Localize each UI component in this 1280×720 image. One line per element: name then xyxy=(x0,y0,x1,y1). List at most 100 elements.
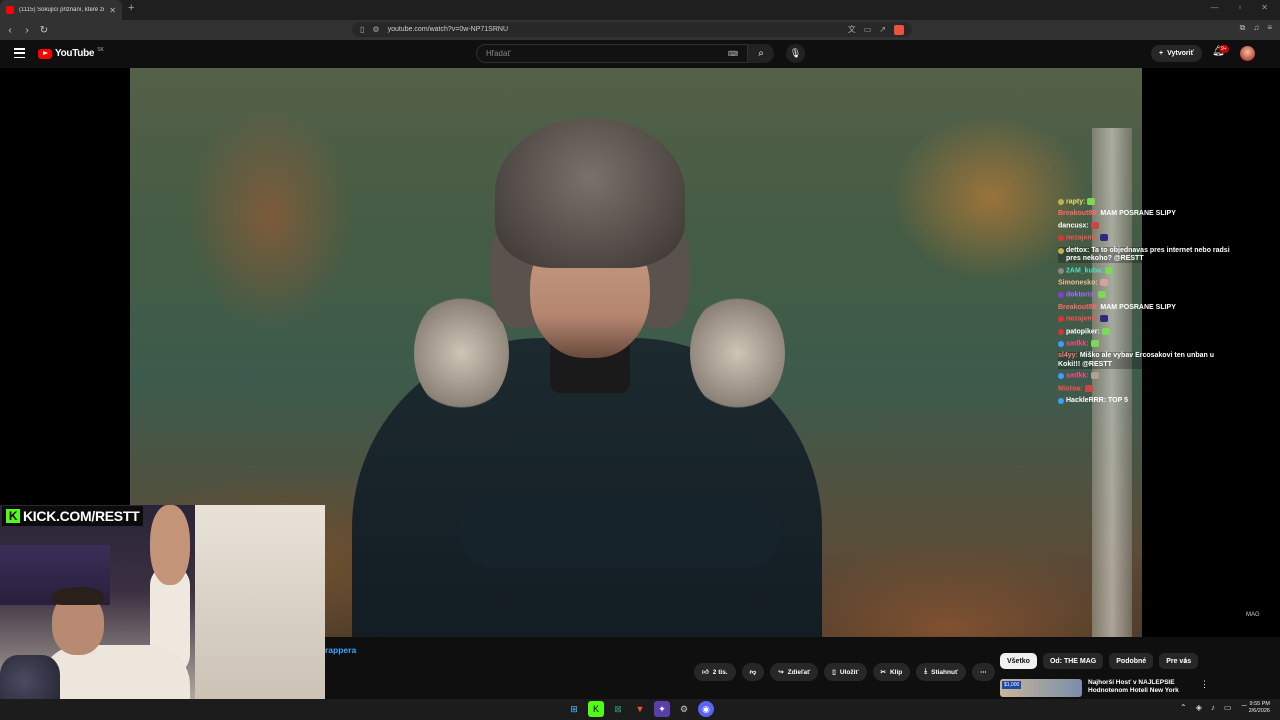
chip-related[interactable]: Podobné xyxy=(1109,653,1154,669)
share-button[interactable]: ↪ Zdieľať xyxy=(770,663,819,681)
save-button[interactable]: ▯ Uložiť xyxy=(824,663,867,681)
chat-badge-icon xyxy=(1058,267,1064,274)
discord-icon[interactable]: ◉ xyxy=(698,701,714,717)
address-bar[interactable]: ▯ ⚙ youtube.com/watch?v=0w-NP71SRNU 文 ▭ … xyxy=(352,22,912,37)
windows-start-icon[interactable]: ⊞ xyxy=(566,701,582,717)
chat-badge-icon xyxy=(1058,373,1064,380)
reload-icon[interactable]: ↻ xyxy=(37,25,51,36)
maximize-icon[interactable]: ▫ xyxy=(1238,3,1241,12)
search-icon: ⌕ xyxy=(758,48,764,59)
brave-shield-icon[interactable] xyxy=(894,24,904,35)
browser-tabstrip: (1115) Šokující přiznání, které zn ✕ + —… xyxy=(0,0,1280,20)
download-button[interactable]: ⤓ Stiahnuť xyxy=(916,663,967,681)
tray-app-icon[interactable]: ◈ xyxy=(1196,703,1202,713)
youtube-play-icon xyxy=(38,48,52,59)
account-avatar[interactable] xyxy=(1240,46,1255,61)
chat-username: nezajemi: xyxy=(1066,315,1098,323)
chat-username: smfkk: xyxy=(1066,340,1089,348)
tray-chevron-icon[interactable]: ⌃ xyxy=(1180,703,1187,713)
chat-message: 2AM_kuba: xyxy=(1058,266,1234,276)
cast-icon[interactable]: ▭ xyxy=(864,25,872,34)
notifications-badge: 9+ xyxy=(1219,45,1229,53)
chat-message: nezajemi: xyxy=(1058,234,1234,243)
chat-message: doktoris: xyxy=(1058,291,1234,300)
hamburger-menu-icon[interactable] xyxy=(14,48,25,58)
dislike-button[interactable]: 👎︎ xyxy=(741,663,765,681)
back-icon[interactable]: ‹ xyxy=(3,25,17,36)
chat-message: Breakout88: MAM POSRANE SLIPY xyxy=(1058,210,1234,218)
recommended-video[interactable]: $1,000 Najhorší Hosť v NAJLEPŠIE Hodnote… xyxy=(1000,679,1209,697)
like-button[interactable]: 👍︎ 2 tis. xyxy=(694,663,736,681)
keyboard-icon[interactable]: ⌨ xyxy=(728,50,738,58)
chat-emote-icon xyxy=(1090,372,1099,380)
browser-tab-active[interactable]: (1115) Šokující přiznání, které zn ✕ xyxy=(0,0,122,20)
recommendation-chips: Všetko Od: THE MAG Podobné Pre vás xyxy=(1000,653,1199,669)
media-icon[interactable]: ♫ xyxy=(1253,23,1259,33)
fur-hood-right xyxy=(690,293,785,413)
new-tab-button[interactable]: + xyxy=(128,2,134,14)
taskbar-apps: ⊞ K ⊠ ▼ ✦ ⚙ ◉ xyxy=(566,701,714,717)
plus-icon: + xyxy=(1159,50,1164,57)
chat-message-body: sl4yy: Miško ale vybav Ercosakovi ten un… xyxy=(1058,352,1234,369)
chip-for-you[interactable]: Pre vás xyxy=(1159,653,1199,669)
streamer-webcam xyxy=(0,505,325,720)
browser-menu-icon[interactable]: ≡ xyxy=(1267,23,1272,33)
thumb-down-icon: 👎︎ xyxy=(749,669,757,676)
excel-icon[interactable]: ⊠ xyxy=(610,701,626,717)
kick-app-icon[interactable]: K xyxy=(588,701,604,717)
bookmark-icon[interactable]: ▯ xyxy=(360,25,364,34)
stream-chat-overlay: rapty: Breakout88: MAM POSRANE SLIPY dancu… xyxy=(1058,198,1234,409)
youtube-logo[interactable]: YouTube SK xyxy=(38,47,104,59)
app-icon-purple[interactable]: ✦ xyxy=(654,701,670,717)
chip-all[interactable]: Všetko xyxy=(1000,653,1037,669)
share-page-icon[interactable]: ↗ xyxy=(879,25,886,34)
recommended-thumbnail[interactable]: $1,000 xyxy=(1000,679,1082,697)
kebab-menu-icon[interactable]: ⋮ xyxy=(1200,679,1209,697)
chat-emote-icon xyxy=(1101,327,1110,335)
more-actions-button[interactable]: ⋯ xyxy=(972,663,995,681)
chat-message-body: Mistoa: xyxy=(1058,384,1093,394)
search-input[interactable]: Hľadať ⌨ xyxy=(476,44,748,63)
search-button[interactable]: ⌕ xyxy=(748,44,774,63)
chip-from-channel[interactable]: Od: THE MAG xyxy=(1042,653,1104,669)
chat-emote-icon xyxy=(1105,266,1114,274)
settings-icon[interactable]: ⚙ xyxy=(676,701,692,717)
chat-username: 2AM_kuba: xyxy=(1066,267,1104,275)
taskbar-clock[interactable]: 9:55 PM 2/6/2026 xyxy=(1249,701,1270,715)
chat-username: smfkk: xyxy=(1066,372,1089,380)
chat-text: Ta to objednavas pres internet nebo rads… xyxy=(1066,246,1230,262)
translate-icon[interactable]: 文 xyxy=(848,24,856,35)
create-button[interactable]: + Vytvoriť xyxy=(1151,45,1202,62)
chevron-right-icon[interactable]: › xyxy=(1184,655,1187,665)
kick-logo-icon: K xyxy=(6,509,20,523)
scissors-icon: ✂ xyxy=(880,669,886,676)
chat-emote-icon xyxy=(1090,222,1099,230)
site-info-icon[interactable]: ⚙ xyxy=(372,25,379,34)
clip-button[interactable]: ✂ Klip xyxy=(872,663,911,681)
chat-badge-icon xyxy=(1058,316,1064,323)
forward-icon[interactable]: › xyxy=(20,25,34,36)
minimize-icon[interactable]: — xyxy=(1210,3,1218,12)
url-text[interactable]: youtube.com/watch?v=0w-NP71SRNU xyxy=(388,26,840,33)
voice-search-button[interactable]: 🎙︎ xyxy=(786,44,805,63)
network-icon[interactable]: ⌔ xyxy=(1240,703,1248,713)
window-controls: — ▫ ✕ xyxy=(1210,3,1268,12)
chat-text: MAM POSRANE SLIPY xyxy=(1100,303,1176,311)
youtube-wordmark: YouTube xyxy=(55,48,95,59)
tab-title: (1115) Šokující přiznání, které zn xyxy=(19,7,105,13)
microphone-icon: 🎙︎ xyxy=(789,48,802,58)
chat-message-body: dancusx: xyxy=(1058,222,1099,231)
video-title[interactable]: rappera xyxy=(325,645,356,655)
chat-username: nezajemi: xyxy=(1066,234,1098,242)
chat-message-body: doktoris: xyxy=(1066,291,1106,300)
speaker-icon[interactable]: ♪ xyxy=(1211,703,1215,713)
close-tab-icon[interactable]: ✕ xyxy=(109,6,116,15)
kick-url: KICK.COM/RESTT xyxy=(23,508,140,524)
extensions-icon[interactable]: ⧉ xyxy=(1240,23,1246,33)
display-icon[interactable]: ▭ xyxy=(1224,703,1232,713)
chat-message: dancusx: xyxy=(1058,222,1234,231)
brave-icon[interactable]: ▼ xyxy=(632,701,648,717)
close-window-icon[interactable]: ✕ xyxy=(1261,3,1268,12)
recommended-title[interactable]: Najhorší Hosť v NAJLEPŠIE Hodnotenom Hot… xyxy=(1088,679,1188,697)
chat-emote-icon xyxy=(1087,198,1096,205)
